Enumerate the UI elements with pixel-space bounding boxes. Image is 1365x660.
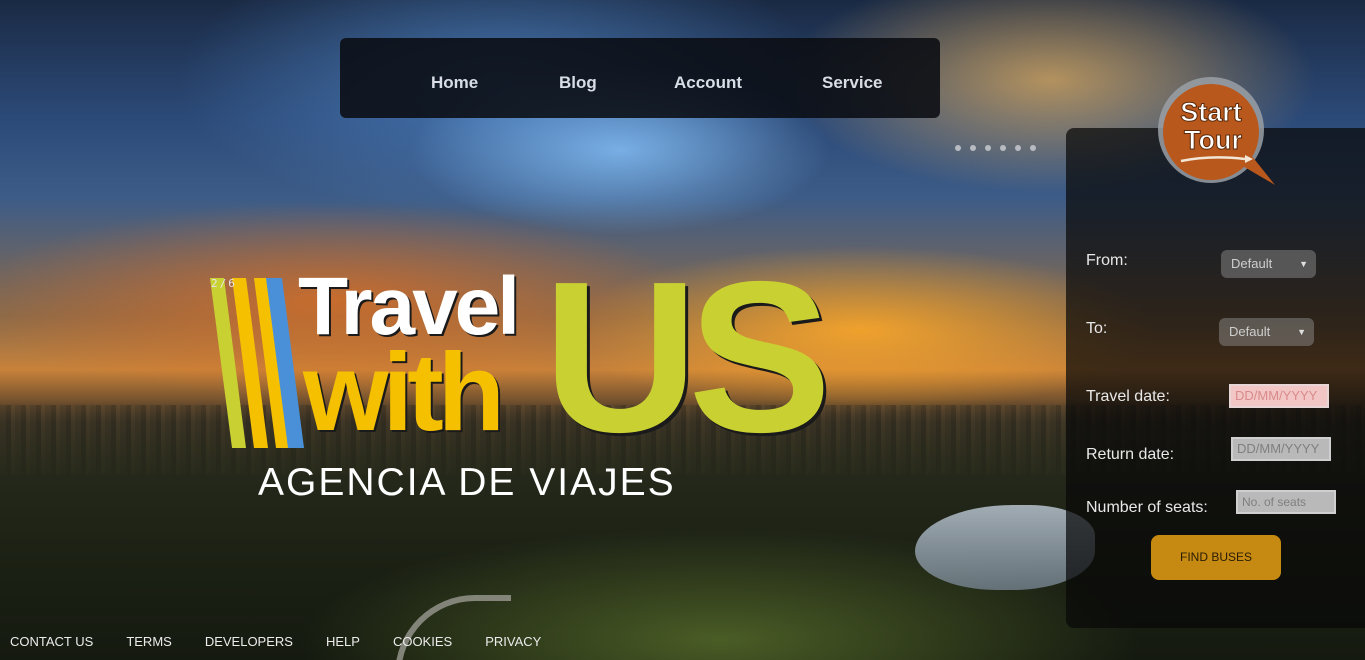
main-nav: Home Blog Account Service	[340, 38, 940, 118]
start-tour-badge[interactable]: Start Tour	[1155, 75, 1275, 190]
nav-account[interactable]: Account	[674, 73, 742, 93]
to-select-value: Default	[1229, 324, 1271, 339]
slider-dot[interactable]	[1000, 145, 1006, 151]
chevron-down-icon: ▼	[1297, 327, 1306, 337]
logo-stripes	[210, 278, 304, 448]
seats-input[interactable]: No. of seats	[1236, 490, 1336, 514]
from-label: From:	[1086, 252, 1128, 269]
tour-badge-line1: Start	[1180, 97, 1242, 127]
slider-dot[interactable]	[985, 145, 991, 151]
slider-dots	[955, 145, 1036, 151]
to-label: To:	[1086, 320, 1108, 337]
nav-home[interactable]: Home	[431, 73, 478, 93]
footer-cookies[interactable]: COOKIES	[393, 634, 452, 649]
footer-contact-us[interactable]: CONTACT US	[10, 634, 93, 649]
booking-panel: From: Default ▼ To: Default ▼ Travel dat…	[1066, 128, 1365, 628]
footer-help[interactable]: HELP	[326, 634, 360, 649]
footer-developers[interactable]: DEVELOPERS	[205, 634, 293, 649]
footer-privacy[interactable]: PRIVACY	[485, 634, 541, 649]
slider-dot[interactable]	[970, 145, 976, 151]
slider-dot[interactable]	[955, 145, 961, 151]
travel-date-input[interactable]: DD/MM/YYYY	[1229, 384, 1329, 408]
slide-counter: 2/6	[211, 277, 237, 290]
return-date-label: Return date:	[1086, 446, 1175, 463]
nav-blog[interactable]: Blog	[559, 73, 597, 93]
logo-us-text: US	[543, 236, 832, 477]
from-select-value: Default	[1231, 256, 1273, 271]
from-select[interactable]: Default ▼	[1221, 250, 1316, 278]
logo-with-text: with	[303, 331, 505, 454]
slider-dot[interactable]	[1030, 145, 1036, 151]
footer-terms[interactable]: TERMS	[126, 634, 172, 649]
nav-service[interactable]: Service	[822, 73, 883, 93]
find-buses-button[interactable]: FIND BUSES	[1151, 535, 1281, 580]
slider-dot[interactable]	[1015, 145, 1021, 151]
logo-tagline: AGENCIA DE VIAJES	[258, 461, 676, 504]
tour-badge-line2: Tour	[1184, 125, 1242, 155]
chevron-down-icon: ▼	[1299, 259, 1308, 269]
footer-links: CONTACT US TERMS DEVELOPERS HELP COOKIES…	[0, 634, 564, 649]
travel-date-label: Travel date:	[1086, 388, 1170, 405]
seats-label: Number of seats:	[1086, 499, 1208, 516]
return-date-input[interactable]: DD/MM/YYYY	[1231, 437, 1331, 461]
to-select[interactable]: Default ▼	[1219, 318, 1314, 346]
